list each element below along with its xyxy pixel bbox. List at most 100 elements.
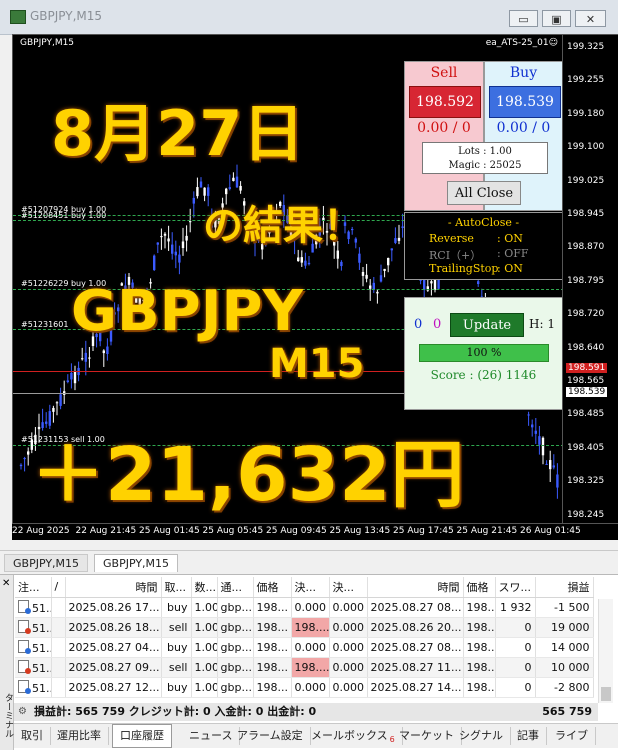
candle-body — [81, 358, 84, 360]
column-header[interactable]: / — [51, 577, 66, 598]
sell-order-icon — [18, 659, 31, 674]
column-header[interactable]: 数... — [191, 577, 218, 598]
candle-body — [390, 248, 393, 251]
table-row[interactable]: 51...2025.08.26 18...sell1.00gbp...198..… — [15, 617, 594, 638]
terminal-tab-label: 取引 — [21, 729, 43, 742]
candle-body — [383, 268, 386, 271]
cell-ctime: 2025.08.26 20... — [367, 617, 464, 638]
score-text: Score : (26) 1146 — [430, 368, 537, 382]
candle-body — [88, 357, 91, 359]
minimize-button[interactable]: ▭ — [509, 10, 538, 27]
column-header[interactable]: 注... — [15, 577, 52, 598]
candle-body — [235, 176, 239, 188]
cell-sym: gbp... — [217, 617, 254, 638]
cell-price: 198... — [253, 617, 292, 638]
chart-symbol-label: GBPJPY,M15 — [20, 38, 75, 48]
cell-price: 198... — [253, 637, 292, 658]
column-header[interactable]: 価格 — [463, 577, 496, 598]
current-price-tag: 198.539 — [566, 387, 608, 397]
cell-sym: gbp... — [217, 637, 254, 658]
cell-cprice: 198... — [463, 637, 496, 658]
cell-type: buy — [161, 677, 192, 698]
cell-vol: 1.00 — [191, 597, 218, 618]
chart-tab-active[interactable]: GBPJPY,M15 — [94, 554, 179, 572]
terminal-tab[interactable]: ライブ — [548, 727, 596, 745]
order-label: #51208451 buy 1.00 — [21, 211, 107, 220]
table-row[interactable]: 51...2025.08.27 12...buy1.00gbp...198...… — [15, 677, 594, 698]
cell-cprice: 198... — [463, 617, 496, 638]
candle-body — [189, 221, 192, 223]
chart-tab[interactable]: GBPJPY,M15 — [4, 554, 89, 572]
terminal-tab[interactable]: メールボックス 6 — [304, 727, 403, 745]
cell-time: 2025.08.27 12... — [65, 677, 162, 698]
column-header[interactable]: 価格 — [253, 577, 292, 598]
terminal-tab[interactable]: シグナル — [452, 727, 511, 745]
cell-sym: gbp... — [217, 657, 254, 678]
sell-button[interactable]: 198.592 — [409, 86, 481, 118]
terminal-tab[interactable]: 口座履歴 — [112, 724, 172, 748]
table-row[interactable]: 51...2025.08.27 04...buy1.00gbp...198...… — [15, 637, 594, 658]
candle-body — [300, 257, 303, 263]
price-chart[interactable]: #51207924 buy 1.00 #51208451 buy 1.00 #5… — [12, 34, 563, 524]
cell-time: 2025.08.27 04... — [65, 637, 162, 658]
candle-body — [358, 253, 361, 263]
price-tick: 198.325 — [567, 476, 605, 487]
column-header[interactable]: 通... — [217, 577, 254, 598]
autoclose-title: - AutoClose - — [447, 216, 520, 229]
cell-spacer — [51, 617, 66, 638]
time-tick: 25 Aug 17:45 — [393, 526, 454, 536]
history-table[interactable]: 注... / 時間 取... 数... 通... 価格 決... 決... 時間 価格 スワ... 損益… — [15, 577, 594, 698]
candle-body — [192, 197, 195, 204]
column-header[interactable]: 時間 — [367, 577, 464, 598]
buy-label: Buy — [509, 65, 538, 81]
terminal-tab[interactable]: アラーム設定 — [230, 727, 311, 745]
cell-profit: 19 000 — [535, 617, 594, 638]
column-header[interactable]: 取... — [161, 577, 192, 598]
terminal-tab[interactable]: 記事 — [510, 727, 547, 745]
candle-body — [156, 242, 159, 245]
all-close-button[interactable]: All Close — [447, 181, 521, 205]
buy-button[interactable]: 198.539 — [489, 86, 561, 118]
rci-value[interactable]: : OFF — [497, 247, 529, 260]
table-row[interactable]: 51...2025.08.26 17...buy1.00gbp...198...… — [15, 597, 594, 618]
price-tick: 199.100 — [567, 142, 605, 153]
maximize-button[interactable]: ▣ — [542, 10, 571, 27]
candle-body — [304, 260, 307, 266]
terminal-tab-label: 口座履歴 — [120, 729, 164, 742]
terminal-tab[interactable]: 運用比率 — [50, 727, 109, 745]
candle-body — [199, 181, 203, 188]
trailingstop-label: TrailingStop — [429, 262, 499, 275]
candle-body — [66, 380, 69, 383]
column-header[interactable]: 決... — [329, 577, 368, 598]
column-header[interactable]: 決... — [291, 577, 330, 598]
candle-body — [185, 235, 188, 241]
table-scrollbar[interactable] — [598, 599, 613, 703]
table-row[interactable]: 51...2025.08.27 09...sell1.00gbp...198..… — [15, 657, 594, 678]
scrollbar-thumb[interactable] — [601, 687, 611, 701]
update-button[interactable]: Update — [450, 313, 524, 337]
price-tick: 199.025 — [567, 175, 605, 186]
column-header[interactable]: スワ... — [495, 577, 536, 598]
close-button[interactable]: ✕ — [575, 10, 606, 27]
totals-text: 損益計: 565 759 クレジット計: 0 入金計: 0 出金計: 0 — [34, 705, 317, 718]
cell-vol: 1.00 — [191, 677, 218, 698]
terminal-tab-label: ニュース — [189, 729, 233, 742]
candle-body — [59, 394, 62, 406]
price-tick: 198.640 — [567, 342, 605, 353]
column-header[interactable]: 損益 — [535, 577, 594, 598]
cell-cprice: 198... — [463, 657, 496, 678]
trailingstop-value[interactable]: : ON — [497, 262, 523, 275]
rci-label: RCI（+） — [429, 249, 482, 262]
column-header[interactable]: 時間 — [65, 577, 162, 598]
candle-body — [545, 463, 548, 465]
order-id-cell: 51... — [15, 597, 52, 618]
terminal-tabs: 取引 運用比率 口座履歴 ニュース アラーム設定 メールボックス 6 マーケット シグナル 記事 ラ… — [14, 723, 618, 748]
candle-body — [196, 187, 199, 197]
close-icon[interactable]: ✕ — [2, 578, 10, 589]
candle-body — [397, 237, 401, 241]
reverse-value[interactable]: : ON — [497, 232, 523, 245]
reverse-label: Reverse — [429, 232, 474, 245]
terminal-panel: ✕ ターミナル 注... / 時間 取... 数... 通... 価格 決... 決... 時間価… — [0, 574, 618, 750]
terminal-tab[interactable]: 取引 — [14, 727, 51, 745]
cell-spacer — [51, 637, 66, 658]
